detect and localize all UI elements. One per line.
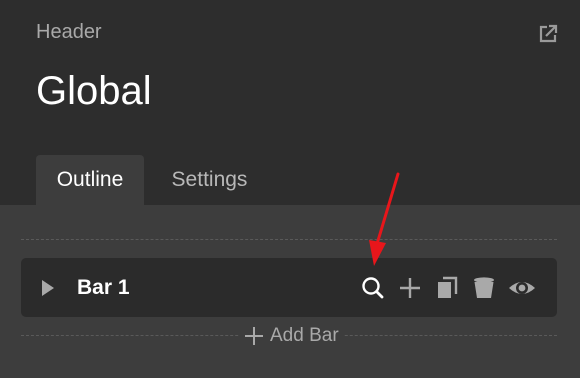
page-title: Global	[36, 69, 152, 113]
bar-label: Bar 1	[77, 276, 130, 299]
export-icon	[539, 24, 558, 43]
plus-icon[interactable]	[397, 275, 423, 301]
tab-settings[interactable]: Settings	[152, 155, 267, 205]
section-label: Header	[36, 21, 102, 43]
expand-triangle-icon[interactable]	[40, 279, 56, 302]
annotation-arrow	[369, 172, 400, 266]
plus-icon	[245, 327, 263, 345]
search-icon[interactable]	[360, 275, 386, 301]
duplicate-icon[interactable]	[434, 275, 460, 301]
eye-icon[interactable]	[508, 275, 535, 301]
add-bar-label: Add Bar	[270, 325, 339, 346]
header-section: Header Global Outline Settings	[0, 0, 580, 205]
tab-outline[interactable]: Outline	[36, 155, 144, 205]
drop-zone-divider	[21, 239, 557, 240]
bar-row[interactable]: Bar 1	[21, 258, 557, 317]
outline-panel: Bar 1 Add Bar	[0, 205, 580, 378]
add-bar-button[interactable]: Add Bar	[240, 324, 343, 348]
trash-icon[interactable]	[471, 275, 497, 301]
export-button[interactable]	[536, 22, 560, 46]
